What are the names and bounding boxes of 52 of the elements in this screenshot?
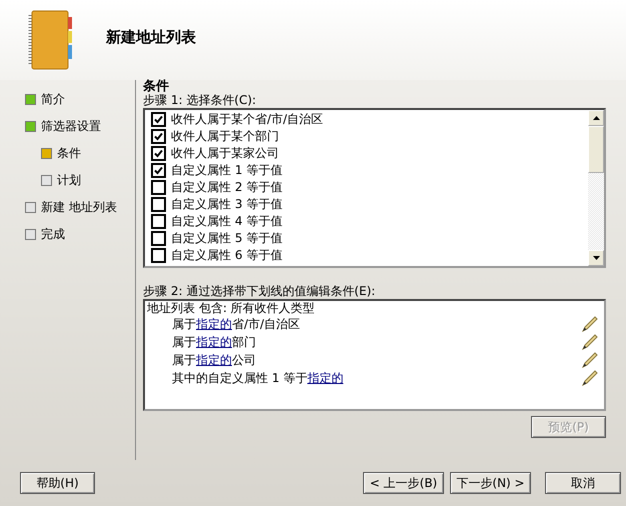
condition-text: 属于指定的公司 bbox=[172, 352, 257, 368]
arrow-down-icon bbox=[592, 256, 600, 260]
nav-step: 新建 地址列表 bbox=[41, 199, 117, 216]
nav-step: 条件 bbox=[57, 145, 81, 162]
condition-label[interactable]: 自定义属性 4 等于值 bbox=[171, 213, 282, 230]
checkbox[interactable] bbox=[151, 129, 166, 144]
pencil-icon[interactable] bbox=[582, 334, 598, 350]
nav-step: 计划 bbox=[57, 172, 81, 189]
next-button[interactable]: 下一步(N) > bbox=[450, 472, 531, 494]
condition-label[interactable]: 自定义属性 6 等于值 bbox=[171, 247, 282, 264]
condition-label[interactable]: 自定义属性 3 等于值 bbox=[171, 196, 282, 213]
checkbox[interactable] bbox=[151, 231, 166, 246]
notebook-icon bbox=[28, 9, 74, 71]
summary-header: 地址列表 包含: 所有收件人类型 bbox=[147, 301, 316, 315]
condition-text: 其中的自定义属性 1 等于指定的 bbox=[172, 370, 344, 386]
pencil-icon[interactable] bbox=[582, 352, 598, 368]
condition-list[interactable]: 收件人属于某个省/市/自治区 收件人属于某个部门 收件人属于某家公司 自定义属性 1 等于值 自定义属性 2 等于值 自定义属性 3 等于值 自定义属性 4 等于值 自定义属性 5 等于值 自定义属性 6 等于值 bbox=[143, 108, 606, 268]
condition-text: 属于指定的部门 bbox=[172, 334, 257, 350]
pencil-icon[interactable] bbox=[582, 370, 598, 386]
help-button[interactable]: 帮助(H) bbox=[20, 472, 95, 494]
checkbox[interactable] bbox=[151, 214, 166, 229]
condition-label[interactable]: 收件人属于某个省/市/自治区 bbox=[171, 111, 324, 128]
condition-label[interactable]: 收件人属于某个部门 bbox=[171, 128, 279, 145]
page-heading: 条件 bbox=[143, 80, 170, 93]
scrollbar-thumb[interactable] bbox=[588, 126, 604, 173]
value-link[interactable]: 指定的 bbox=[196, 334, 232, 348]
nav-step: 筛选器设置 bbox=[41, 118, 101, 135]
value-link[interactable]: 指定的 bbox=[196, 352, 232, 366]
condition-label[interactable]: 自定义属性 2 等于值 bbox=[171, 179, 282, 196]
checkbox[interactable] bbox=[151, 146, 166, 161]
value-link[interactable]: 指定的 bbox=[307, 370, 344, 384]
condition-label[interactable]: 自定义属性 5 等于值 bbox=[171, 230, 282, 247]
condition-text: 属于指定的省/市/自治区 bbox=[172, 316, 302, 332]
back-button[interactable]: < 上一步(B) bbox=[363, 472, 444, 494]
checkbox[interactable] bbox=[151, 248, 166, 263]
value-link[interactable]: 指定的 bbox=[196, 316, 232, 330]
checkbox[interactable] bbox=[151, 180, 166, 195]
checkbox[interactable] bbox=[151, 197, 166, 212]
condition-label[interactable]: 自定义属性 1 等于值 bbox=[171, 162, 282, 179]
nav-step: 完成 bbox=[41, 226, 65, 243]
step-label: 步骤 2: 通过选择带下划线的值编辑条件(E): bbox=[143, 284, 376, 298]
cancel-button[interactable]: 取消 bbox=[545, 472, 621, 494]
nav-step: 简介 bbox=[41, 91, 65, 108]
pencil-icon[interactable] bbox=[582, 316, 598, 332]
arrow-up-icon bbox=[592, 116, 600, 120]
checkbox[interactable] bbox=[151, 163, 166, 178]
scroll-up-button[interactable] bbox=[588, 110, 604, 126]
wizard-title: 新建地址列表 bbox=[106, 28, 196, 46]
scroll-down-button[interactable] bbox=[588, 250, 604, 266]
condition-label[interactable]: 收件人属于某家公司 bbox=[171, 145, 279, 162]
checkbox[interactable] bbox=[151, 112, 166, 127]
step-label: 步骤 1: 选择条件(C): bbox=[143, 93, 258, 107]
